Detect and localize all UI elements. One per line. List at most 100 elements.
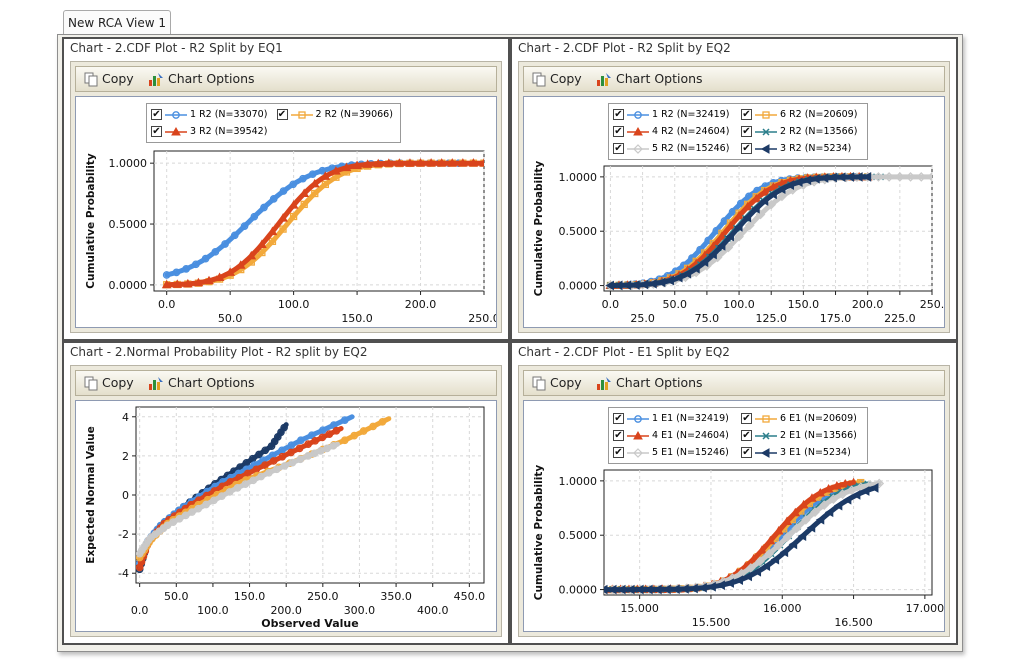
legend-checkbox[interactable]: ✔ (151, 126, 162, 137)
chart-options-label: Chart Options (616, 71, 703, 86)
legend-swatch (165, 110, 187, 119)
chart-options-label: Chart Options (168, 71, 255, 86)
legend-item[interactable]: ✔ 5 R2 (N=15246) (613, 140, 735, 157)
legend-item[interactable]: ✔ 1 R2 (N=33070) (151, 106, 271, 123)
panel-title: Chart - 2.CDF Plot - E1 Split by EQ2 (518, 345, 730, 359)
x-tick-label: 75.0 (695, 312, 720, 325)
chart-legend: ✔ 1 E1 (N=32419) ✔ 6 E1 (N=20609) ✔ 4 E1 (N=2… (608, 407, 868, 464)
legend-swatch (755, 127, 777, 136)
legend-checkbox[interactable]: ✔ (613, 126, 624, 137)
legend-checkbox[interactable]: ✔ (741, 447, 752, 458)
legend-item[interactable]: ✔ 1 E1 (N=32419) (613, 410, 735, 427)
chart-panel-cdf-r2-eq2: Chart - 2.CDF Plot - R2 Split by EQ2 Cop… (510, 37, 958, 341)
x-tick-label: 200.0 (270, 604, 302, 617)
view-frame: Chart - 2.CDF Plot - R2 Split by EQ1 Cop… (57, 34, 963, 652)
legend-item[interactable]: ✔ 4 R2 (N=24604) (613, 123, 735, 140)
y-tick-label: -4 (118, 567, 129, 580)
chart-container: Copy Chart Options -4 -2 0 2 4 50.0 150.0 250.0… (70, 365, 502, 637)
legend-checkbox[interactable]: ✔ (741, 109, 752, 120)
x-tick-label: 0.0 (131, 604, 149, 617)
x-tick-label: 0.0 (602, 298, 620, 311)
chart-options-button[interactable]: Chart Options (148, 67, 255, 91)
legend-checkbox[interactable]: ✔ (613, 413, 624, 424)
x-tick-label: 15.500 (692, 616, 731, 629)
x-tick-label: 25.0 (630, 312, 655, 325)
legend-swatch (755, 431, 777, 440)
copy-icon (84, 376, 98, 391)
legend-label: 2 R2 (N=13566) (780, 126, 858, 137)
legend-item[interactable]: ✔ 3 R2 (N=39542) (151, 123, 271, 140)
legend-label: 6 E1 (N=20609) (780, 413, 857, 424)
y-tick-label: 1.0000 (109, 157, 148, 170)
y-tick-label: 0 (122, 489, 129, 502)
x-tick-label: 150.0 (788, 298, 820, 311)
rca-view-window: New RCA View 1 Chart - 2.CDF Plot - R2 S… (57, 8, 963, 654)
legend-item[interactable]: ✔ 3 R2 (N=5234) (741, 140, 863, 157)
legend-swatch (290, 110, 313, 119)
copy-label: Copy (550, 375, 582, 390)
legend-checkbox[interactable]: ✔ (276, 109, 288, 120)
y-tick-label: 0.0000 (109, 279, 148, 292)
legend-item[interactable]: ✔ 5 E1 (N=15246) (613, 444, 735, 461)
plot-area: 0.0000 0.5000 1.0000 0.0 100.0 200.0 50.0 150.0… (75, 96, 497, 328)
chart-panel-cdf-r2-eq1: Chart - 2.CDF Plot - R2 Split by EQ1 Cop… (62, 37, 510, 341)
copy-label: Copy (102, 71, 134, 86)
copy-icon (84, 72, 98, 87)
copy-icon (532, 72, 546, 87)
legend-item[interactable]: ✔ 3 E1 (N=5234) (741, 444, 863, 461)
x-tick-label: 250.0 (307, 590, 339, 603)
chart-options-icon (597, 377, 611, 390)
legend-label: 4 E1 (N=24604) (652, 430, 729, 441)
copy-label: Copy (550, 71, 582, 86)
legend-checkbox[interactable]: ✔ (741, 143, 752, 154)
copy-button[interactable]: Copy (532, 67, 582, 91)
copy-button[interactable]: Copy (532, 371, 582, 395)
plot-box (603, 469, 933, 596)
y-tick-label: 0.0000 (559, 584, 598, 597)
panel-title: Chart - 2.CDF Plot - R2 Split by EQ2 (518, 41, 731, 55)
legend-swatch (627, 430, 649, 439)
tab-new-rca-view[interactable]: New RCA View 1 (63, 10, 171, 34)
legend-item[interactable]: ✔ 6 E1 (N=20609) (741, 410, 863, 427)
chart-options-button[interactable]: Chart Options (148, 371, 255, 395)
y-axis-label: Cumulative Probability (533, 465, 545, 601)
x-tick-label: 450.0 (454, 590, 486, 603)
legend-item[interactable]: ✔ 1 R2 (N=32419) (613, 106, 735, 123)
legend-checkbox[interactable]: ✔ (613, 430, 624, 441)
copy-button[interactable]: Copy (84, 67, 134, 91)
legend-checkbox[interactable]: ✔ (741, 430, 752, 441)
chart-container: Copy Chart Options 0.0000 0.5000 1.0000 0.0… (518, 61, 950, 333)
y-tick-label: 0.5000 (559, 225, 598, 238)
x-tick-label: 100.0 (197, 604, 229, 617)
legend-checkbox[interactable]: ✔ (741, 413, 752, 424)
chart-options-button[interactable]: Chart Options (596, 67, 703, 91)
legend-item[interactable]: ✔ 2 E1 (N=13566) (741, 427, 863, 444)
y-axis-label: Cumulative Probability (533, 161, 545, 297)
legend-checkbox[interactable]: ✔ (613, 109, 624, 120)
copy-button[interactable]: Copy (84, 371, 134, 395)
legend-label: 1 E1 (N=32419) (652, 413, 729, 424)
x-tick-label: 50.0 (164, 590, 189, 603)
legend-checkbox[interactable]: ✔ (741, 126, 752, 137)
copy-icon (532, 376, 546, 391)
chart-panel-cdf-e1-eq2: Chart - 2.CDF Plot - E1 Split by EQ2 Cop… (510, 341, 958, 645)
legend-checkbox[interactable]: ✔ (613, 143, 624, 154)
x-tick-label: 200.0 (852, 298, 884, 311)
legend-item[interactable]: ✔ 2 R2 (N=13566) (741, 123, 863, 140)
chart-toolbar: Copy Chart Options (75, 66, 497, 92)
chart-legend: ✔ 1 R2 (N=32419) ✔ 6 R2 (N=20609) ✔ 4 R2 (N=2… (608, 103, 868, 160)
legend-swatch (165, 126, 187, 135)
legend-item[interactable]: ✔ 2 R2 (N=39066) (276, 106, 397, 123)
chart-legend: ✔ 1 R2 (N=33070) ✔ 2 R2 (N=39066) ✔ 3 R2 (N=3… (146, 103, 401, 143)
y-tick-label: 1.0000 (559, 475, 598, 488)
legend-item[interactable]: ✔ 4 E1 (N=24604) (613, 427, 735, 444)
x-tick-label: 50.0 (662, 298, 687, 311)
x-tick-label: 350.0 (380, 590, 412, 603)
legend-checkbox[interactable]: ✔ (613, 447, 624, 458)
plot-area: 0.0000 0.5000 1.0000 0.0 50.0 100.0 150.0 200.0… (523, 96, 945, 328)
x-tick-label: 250. (920, 298, 944, 311)
legend-item[interactable]: ✔ 6 R2 (N=20609) (741, 106, 863, 123)
legend-checkbox[interactable]: ✔ (151, 109, 162, 120)
chart-options-button[interactable]: Chart Options (596, 371, 703, 395)
chart-options-icon (597, 73, 611, 86)
